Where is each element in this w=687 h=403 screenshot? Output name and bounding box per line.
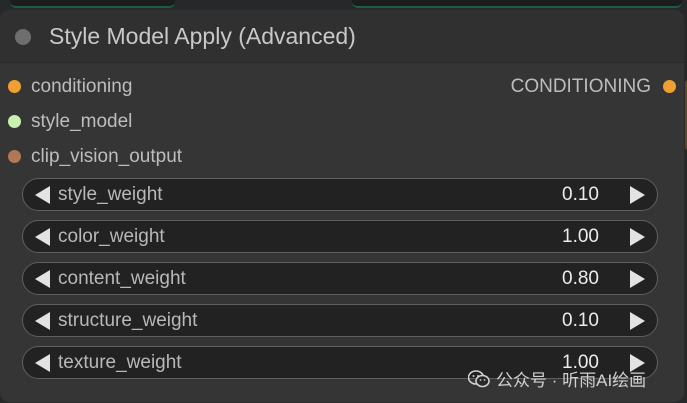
collapse-toggle-icon[interactable] bbox=[15, 29, 31, 45]
style-model-apply-node[interactable]: Style Model Apply (Advanced) conditionin… bbox=[0, 10, 684, 402]
widget-color-weight[interactable]: color_weight 1.00 bbox=[22, 220, 658, 253]
input-slot-style-model-label: style_model bbox=[31, 111, 133, 132]
input-slot-conditioning-label: conditioning bbox=[31, 76, 133, 97]
node-title: Style Model Apply (Advanced) bbox=[49, 23, 356, 49]
output-slot-conditioning-label: CONDITIONING bbox=[510, 76, 651, 97]
decrement-arrow-icon[interactable] bbox=[35, 354, 50, 372]
increment-arrow-icon[interactable] bbox=[630, 186, 645, 204]
decrement-arrow-icon[interactable] bbox=[35, 270, 50, 288]
widget-label: structure_weight bbox=[58, 310, 198, 331]
widget-value[interactable]: 0.80 bbox=[562, 268, 599, 290]
node-header[interactable]: Style Model Apply (Advanced) bbox=[0, 10, 684, 63]
widget-label: texture_weight bbox=[58, 352, 182, 373]
widget-content-weight[interactable]: content_weight 0.80 bbox=[22, 262, 658, 295]
widget-label: color_weight bbox=[58, 226, 165, 247]
wechat-icon bbox=[468, 369, 490, 387]
neighbor-node-right bbox=[352, 0, 682, 8]
watermark-text: 公众号 · 听雨AI绘画 bbox=[496, 371, 647, 390]
widget-value[interactable]: 0.10 bbox=[562, 184, 599, 206]
output-slot-conditioning-dot[interactable] bbox=[663, 80, 676, 93]
graph-canvas[interactable]: Style Model Apply (Advanced) conditionin… bbox=[0, 0, 687, 403]
widget-label: content_weight bbox=[58, 268, 186, 289]
increment-arrow-icon[interactable] bbox=[630, 228, 645, 246]
decrement-arrow-icon[interactable] bbox=[35, 228, 50, 246]
decrement-arrow-icon[interactable] bbox=[35, 312, 50, 330]
widget-style-weight[interactable]: style_weight 0.10 bbox=[22, 178, 658, 211]
increment-arrow-icon[interactable] bbox=[630, 312, 645, 330]
input-slot-conditioning-dot[interactable] bbox=[8, 80, 21, 93]
increment-arrow-icon[interactable] bbox=[630, 270, 645, 288]
neighbor-node-left bbox=[10, 0, 175, 8]
input-slot-style-model-dot[interactable] bbox=[8, 115, 21, 128]
input-slot-clip-vision-output-label: clip_vision_output bbox=[31, 146, 183, 167]
input-slot-clip-vision-output-dot[interactable] bbox=[8, 150, 21, 163]
watermark: 公众号 · 听雨AI绘画 bbox=[468, 366, 646, 391]
widget-label: style_weight bbox=[58, 184, 163, 205]
widget-value[interactable]: 1.00 bbox=[562, 226, 599, 248]
widget-structure-weight[interactable]: structure_weight 0.10 bbox=[22, 304, 658, 337]
widget-value[interactable]: 0.10 bbox=[562, 310, 599, 332]
decrement-arrow-icon[interactable] bbox=[35, 186, 50, 204]
